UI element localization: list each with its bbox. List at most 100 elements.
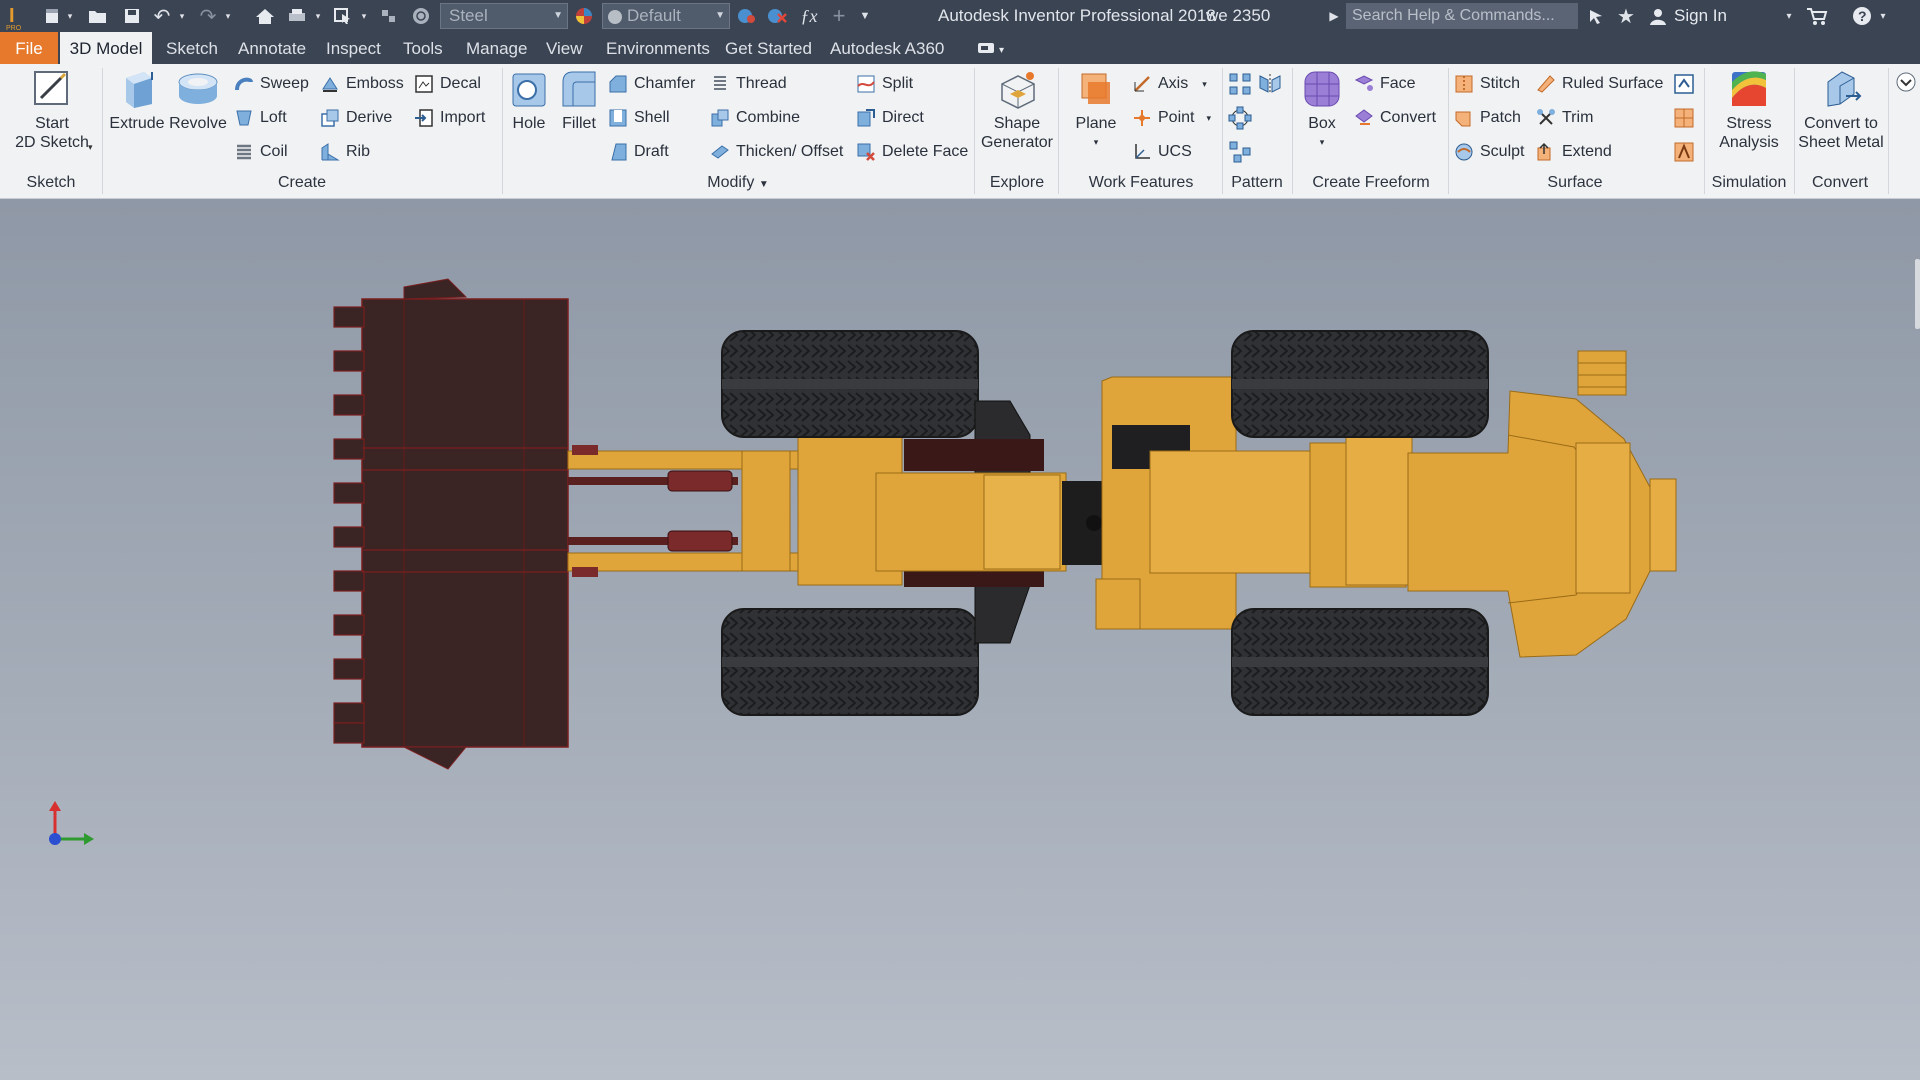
repair-bodies-icon[interactable] <box>1672 72 1696 96</box>
rear-right-wheel[interactable] <box>1231 608 1489 716</box>
redo-dropdown-icon[interactable]: ▾ <box>222 3 234 29</box>
chevron-right-icon[interactable]: ▶ <box>1326 3 1342 29</box>
thicken-offset-button[interactable]: Thicken/ Offset <box>710 140 843 164</box>
bucket[interactable] <box>333 278 569 770</box>
decal-button[interactable]: Decal <box>414 72 481 96</box>
tab-annotate[interactable]: Annotate <box>238 32 306 64</box>
chamfer-button[interactable]: Chamfer <box>608 72 695 96</box>
point-dropdown-icon[interactable]: ▾ <box>1206 113 1211 124</box>
tab-file[interactable]: File <box>0 32 58 64</box>
graphics-viewport[interactable] <box>0 199 1920 1080</box>
convert-to-sheet-metal-button[interactable]: Convert to Sheet Metal <box>1796 68 1886 152</box>
save-icon[interactable] <box>120 3 144 29</box>
user-icon[interactable] <box>1646 3 1670 29</box>
rib-button[interactable]: Rib <box>320 140 370 164</box>
tab-manage[interactable]: Manage <box>466 32 527 64</box>
coil-button[interactable]: Coil <box>234 140 288 164</box>
box-dropdown-icon[interactable]: ▾ <box>1296 133 1348 152</box>
start-2d-sketch-button[interactable]: Start 2D Sketch <box>10 68 94 152</box>
material-dropdown[interactable]: Steel ▼ <box>440 3 568 29</box>
draft-button[interactable]: Draft <box>608 140 669 164</box>
print-icon[interactable] <box>284 3 310 29</box>
patch-button[interactable]: Patch <box>1454 106 1521 130</box>
favorites-star-icon[interactable]: ★ <box>1614 3 1638 29</box>
tab-3d-model[interactable]: 3D Model <box>60 32 152 64</box>
plane-button[interactable]: Plane ▾ <box>1066 68 1126 152</box>
tab-inspect[interactable]: Inspect <box>326 32 381 64</box>
ucs-button[interactable]: UCS <box>1132 140 1192 164</box>
redo-icon[interactable]: ↷ <box>196 3 220 29</box>
axis-dropdown-icon[interactable]: ▾ <box>1202 79 1207 90</box>
freeform-box-button[interactable]: Box ▾ <box>1296 68 1348 152</box>
search-help-input[interactable]: Search Help & Commands... <box>1346 3 1578 29</box>
fx-parameters-icon[interactable]: ƒx <box>798 3 820 29</box>
mirror-icon[interactable] <box>1258 72 1282 96</box>
point-button[interactable]: Point ▾ <box>1132 106 1211 130</box>
customize-qat-icon[interactable]: ▼ <box>856 3 874 29</box>
front-left-wheel[interactable] <box>721 330 979 438</box>
print-dropdown-icon[interactable]: ▾ <box>312 3 324 29</box>
combine-button[interactable]: Combine <box>710 106 800 130</box>
axis-button[interactable]: Axis ▾ <box>1132 72 1207 96</box>
circular-pattern-icon[interactable] <box>1228 106 1252 130</box>
thread-button[interactable]: Thread <box>710 72 787 96</box>
fillet-button[interactable]: Fillet <box>556 68 602 133</box>
clear-appearance-icon[interactable] <box>764 3 790 29</box>
trim-button[interactable]: Trim <box>1536 106 1593 130</box>
ribbon-display-icon[interactable]: ▾ <box>976 32 1010 64</box>
freeform-convert-button[interactable]: Convert <box>1354 106 1436 130</box>
extend-button[interactable]: Extend <box>1536 140 1612 164</box>
wheel-loader-model[interactable] <box>0 199 1920 1080</box>
plane-dropdown-icon[interactable]: ▾ <box>1066 133 1126 152</box>
new-file-icon[interactable] <box>40 3 64 29</box>
ribbon-options-icon[interactable] <box>1894 70 1918 94</box>
tab-view[interactable]: View <box>546 32 583 64</box>
extrude-button[interactable]: Extrude <box>108 68 166 133</box>
cart-icon[interactable] <box>1804 3 1830 29</box>
tab-environments[interactable]: Environments <box>606 32 710 64</box>
sign-in-link[interactable]: Sign In <box>1674 6 1727 26</box>
color-override-icon[interactable] <box>376 3 402 29</box>
viewport-scrollbar[interactable] <box>1915 259 1920 329</box>
appearance-dropdown[interactable]: Default ▼ <box>602 3 730 29</box>
home-icon[interactable] <box>252 3 278 29</box>
derive-button[interactable]: Derive <box>320 106 392 130</box>
adjust-appearance-icon[interactable] <box>734 3 760 29</box>
tab-sketch[interactable]: Sketch <box>166 32 218 64</box>
new-dropdown-icon[interactable]: ▾ <box>64 3 76 29</box>
loft-button[interactable]: Loft <box>234 106 287 130</box>
tab-tools[interactable]: Tools <box>403 32 443 64</box>
help-dropdown-icon[interactable]: ▾ <box>1876 3 1890 29</box>
panel-title-modify[interactable]: Modify ▼ <box>504 174 972 196</box>
undo-dropdown-icon[interactable]: ▾ <box>176 3 188 29</box>
tab-get-started[interactable]: Get Started <box>725 32 812 64</box>
fit-mesh-face-icon[interactable] <box>1672 106 1696 130</box>
tab-autodesk-a360[interactable]: Autodesk A360 <box>830 32 944 64</box>
subscription-icon[interactable] <box>1584 3 1608 29</box>
face-draft-icon[interactable] <box>1672 140 1696 164</box>
import-button[interactable]: Import <box>414 106 485 130</box>
sketch-driven-pattern-icon[interactable] <box>1228 140 1252 164</box>
sweep-button[interactable]: Sweep <box>234 72 309 96</box>
undo-icon[interactable]: ↶ <box>150 3 174 29</box>
sculpt-button[interactable]: Sculpt <box>1454 140 1524 164</box>
select-dropdown-icon[interactable]: ▾ <box>358 3 370 29</box>
freeform-face-button[interactable]: Face <box>1354 72 1416 96</box>
ruled-surface-button[interactable]: Ruled Surface <box>1536 72 1663 96</box>
stress-analysis-button[interactable]: Stress Analysis <box>1710 68 1788 152</box>
stitch-button[interactable]: Stitch <box>1454 72 1520 96</box>
emboss-button[interactable]: Emboss <box>320 72 404 96</box>
open-folder-icon[interactable] <box>86 3 110 29</box>
rear-left-wheel[interactable] <box>1231 330 1489 438</box>
inventor-logo-icon[interactable]: I PRO <box>2 0 30 32</box>
globe-icon[interactable] <box>408 3 434 29</box>
plus-icon[interactable]: + <box>828 3 850 29</box>
delete-face-button[interactable]: Delete Face <box>856 140 968 164</box>
help-icon[interactable]: ? <box>1850 3 1874 29</box>
sign-in-dropdown-icon[interactable]: ▾ <box>1782 3 1796 29</box>
direct-button[interactable]: Direct <box>856 106 924 130</box>
split-button[interactable]: Split <box>856 72 913 96</box>
revolve-button[interactable]: Revolve <box>168 68 228 133</box>
shell-button[interactable]: Shell <box>608 106 670 130</box>
select-icon[interactable] <box>330 3 356 29</box>
